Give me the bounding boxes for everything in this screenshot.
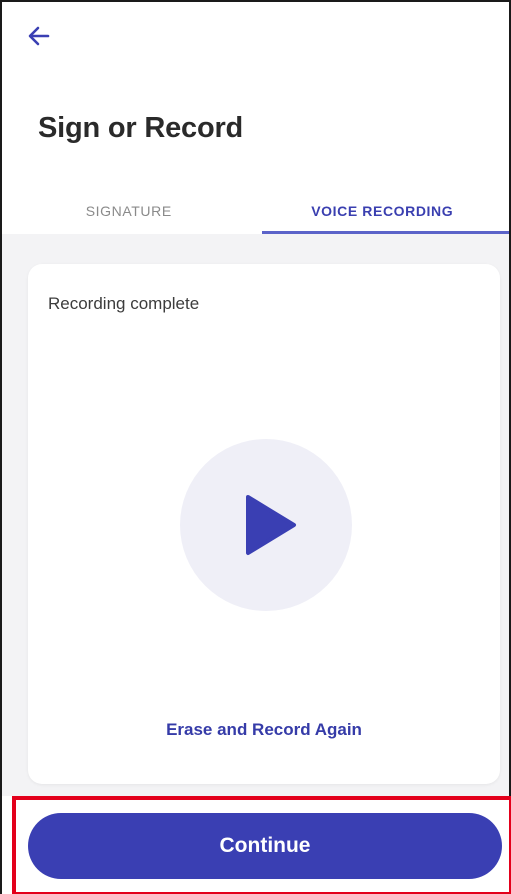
play-icon <box>234 493 298 557</box>
recording-status: Recording complete <box>48 294 200 313</box>
app-screen: Sign or Record SIGNATURE VOICE RECORDING… <box>0 0 511 894</box>
recording-card: Recording complete Erase and Record Agai… <box>28 264 500 784</box>
arrow-left-icon <box>28 26 50 46</box>
play-button[interactable] <box>180 439 352 611</box>
page-title: Sign or Record <box>38 112 244 144</box>
tab-signature[interactable]: SIGNATURE <box>2 188 256 234</box>
tab-voice-recording[interactable]: VOICE RECORDING <box>256 188 510 234</box>
continue-button[interactable]: Continue <box>28 813 502 879</box>
tab-bar: SIGNATURE VOICE RECORDING <box>2 188 509 234</box>
erase-record-again-link[interactable]: Erase and Record Again <box>28 720 500 740</box>
back-button[interactable] <box>28 16 68 56</box>
content-area: Recording complete Erase and Record Agai… <box>2 234 509 796</box>
top-bar <box>2 2 509 72</box>
